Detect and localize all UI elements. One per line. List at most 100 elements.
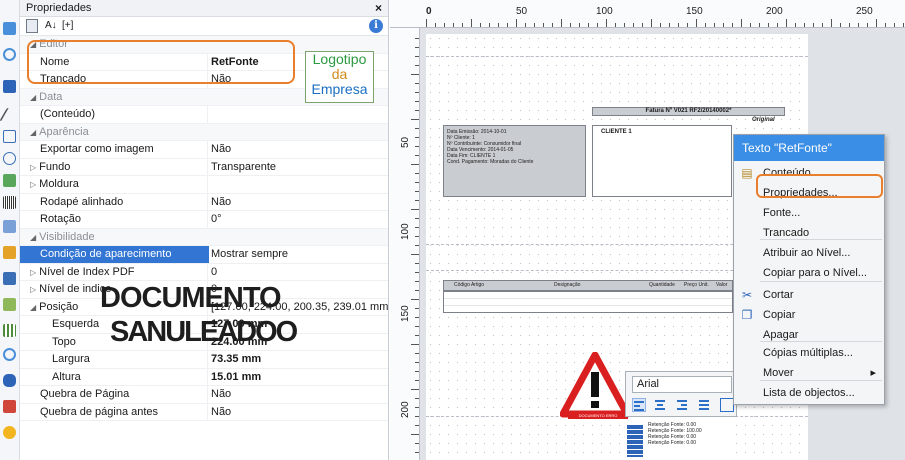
menu-item[interactable]: Lista de objectos... <box>734 383 884 403</box>
menu-item[interactable]: Mover ▸ <box>734 363 884 383</box>
ruler-tick <box>768 23 769 27</box>
property-row[interactable]: (Conteúdo) <box>20 106 388 124</box>
menu-item[interactable]: ✂ Cortar <box>734 285 884 305</box>
property-value[interactable]: Não <box>209 386 388 403</box>
categorized-button[interactable] <box>26 19 38 33</box>
rectangle-icon[interactable] <box>3 130 16 143</box>
menu-item[interactable]: Trancado <box>734 223 884 243</box>
table-header-cell: Valor <box>716 282 728 288</box>
close-icon[interactable]: × <box>375 0 382 17</box>
company-logo[interactable]: Logotipo da Empresa <box>305 51 374 103</box>
property-category[interactable]: ◢ Aparência <box>20 123 388 141</box>
ruler-tick <box>411 389 419 390</box>
property-value[interactable]: Transparente <box>209 159 388 176</box>
property-value[interactable]: Não <box>209 141 388 158</box>
ruler-tick <box>444 23 445 27</box>
database-icon[interactable] <box>3 374 16 387</box>
menu-item[interactable]: Copiar para o Nível... <box>734 263 884 283</box>
font-family-select[interactable]: Arial <box>632 376 732 393</box>
menu-item-label: Copiar para o Nível... <box>763 267 867 279</box>
expand-all-button[interactable]: [+] <box>62 19 73 33</box>
property-value[interactable]: 0 <box>209 264 388 281</box>
menu-item[interactable]: ▤ Conteúdo <box>734 163 884 183</box>
property-key: ◢ Visibilidade <box>20 229 380 246</box>
expand-arrow-icon[interactable]: ▷ <box>30 268 36 277</box>
ruler-tick <box>415 263 419 264</box>
property-category[interactable]: ◢ Visibilidade <box>20 228 388 246</box>
property-row[interactable]: Quebra de página antes Não <box>20 403 388 421</box>
text-icon[interactable] <box>3 80 16 93</box>
property-value[interactable]: 15.01 mm <box>209 369 388 386</box>
table-icon[interactable] <box>3 220 16 233</box>
property-row[interactable]: Condição de aparecimento Mostrar sempre <box>20 246 388 264</box>
ruler-tick-label: 150 <box>400 305 411 322</box>
expand-arrow-icon[interactable]: ▷ <box>30 180 36 189</box>
line-icon[interactable] <box>0 108 20 121</box>
ruler-tick <box>453 23 454 27</box>
align-right-icon[interactable] <box>676 398 690 412</box>
info-icon[interactable]: i <box>369 19 383 33</box>
items-table-body[interactable] <box>443 291 733 313</box>
ruler-tick <box>435 23 436 27</box>
property-row[interactable]: Altura 15.01 mm <box>20 368 388 386</box>
property-value[interactable]: Mostrar sempre <box>209 246 388 263</box>
menu-item[interactable]: Fonte... <box>734 203 884 223</box>
menu-item-label: Conteúdo <box>763 167 811 179</box>
sort-alphabetical-button[interactable]: A↓ <box>45 19 57 33</box>
gauge-icon[interactable] <box>3 348 16 361</box>
items-table-header[interactable]: Código Artigo Designação Quantidade Preç… <box>443 280 733 291</box>
property-value[interactable]: Não <box>209 194 388 211</box>
barcode-icon[interactable] <box>3 196 16 209</box>
property-value[interactable]: 0° <box>209 211 388 228</box>
property-value[interactable] <box>209 106 388 123</box>
property-row[interactable]: ▷ Nível de Index PDF 0 <box>20 263 388 281</box>
property-row[interactable]: ▷ Moldura <box>20 176 388 194</box>
align-center-icon[interactable] <box>654 398 668 412</box>
document-info-box[interactable]: Data Emissão: 2014-10-01 Nº Cliente: 1 N… <box>443 125 586 197</box>
image-icon[interactable] <box>3 174 16 187</box>
property-value[interactable]: Não <box>209 404 388 421</box>
property-row[interactable]: ▷ Fundo Transparente <box>20 158 388 176</box>
property-key-label: Esquerda <box>52 318 100 330</box>
ellipse-icon[interactable] <box>3 152 16 165</box>
collapse-arrow-icon[interactable]: ◢ <box>30 128 36 137</box>
collapse-arrow-icon[interactable]: ◢ <box>30 40 36 49</box>
borders-icon[interactable] <box>720 398 734 412</box>
globe-icon[interactable] <box>3 426 16 439</box>
property-value[interactable]: 73.35 mm <box>209 351 388 368</box>
chart-icon[interactable] <box>3 246 16 259</box>
retention-line: Retenção Fonte: 0.00 <box>648 440 697 446</box>
property-value[interactable] <box>209 176 388 193</box>
menu-item[interactable]: ❐ Copiar <box>734 305 884 325</box>
ruler-tick <box>415 335 419 336</box>
align-justify-icon[interactable] <box>698 398 712 412</box>
property-row[interactable]: Rodapé alinhado Não <box>20 193 388 211</box>
zoom-icon[interactable] <box>3 48 16 61</box>
property-row[interactable]: Exportar como imagem Não <box>20 141 388 159</box>
menu-item[interactable]: Apagar <box>734 325 884 345</box>
ruler-tick <box>415 38 419 39</box>
client-box[interactable]: CLIENTE 1 <box>592 125 732 197</box>
property-key: ▷ Nível de Index PDF <box>20 263 208 280</box>
grid-icon[interactable] <box>3 298 16 311</box>
menu-item-label: Copiar <box>763 309 796 321</box>
property-row[interactable]: Largura 73.35 mm <box>20 351 388 369</box>
property-row[interactable]: Rotação 0° <box>20 211 388 229</box>
collapse-arrow-icon[interactable]: ◢ <box>30 93 36 102</box>
property-key-label: Topo <box>52 335 76 348</box>
pdf-icon[interactable] <box>3 400 16 413</box>
invoice-number-box[interactable]: Fatura Nº V021 RF2/20140002* <box>592 107 785 116</box>
ruler-tick-label: 250 <box>856 6 873 17</box>
collapse-arrow-icon[interactable]: ◢ <box>30 233 36 242</box>
property-row[interactable]: Quebra de Página Não <box>20 386 388 404</box>
expand-arrow-icon[interactable]: ▷ <box>30 163 36 172</box>
expand-arrow-icon[interactable]: ▷ <box>30 285 36 294</box>
group-icon[interactable] <box>3 272 16 285</box>
bars-icon[interactable] <box>3 324 16 337</box>
collapse-arrow-icon[interactable]: ◢ <box>30 303 36 312</box>
menu-item[interactable]: Cópias múltiplas... <box>734 343 884 363</box>
select-icon[interactable] <box>3 22 16 35</box>
menu-item[interactable]: Atribuir ao Nível... <box>734 243 884 263</box>
align-left-icon[interactable] <box>632 398 646 412</box>
menu-item[interactable]: Propriedades... <box>734 183 884 203</box>
